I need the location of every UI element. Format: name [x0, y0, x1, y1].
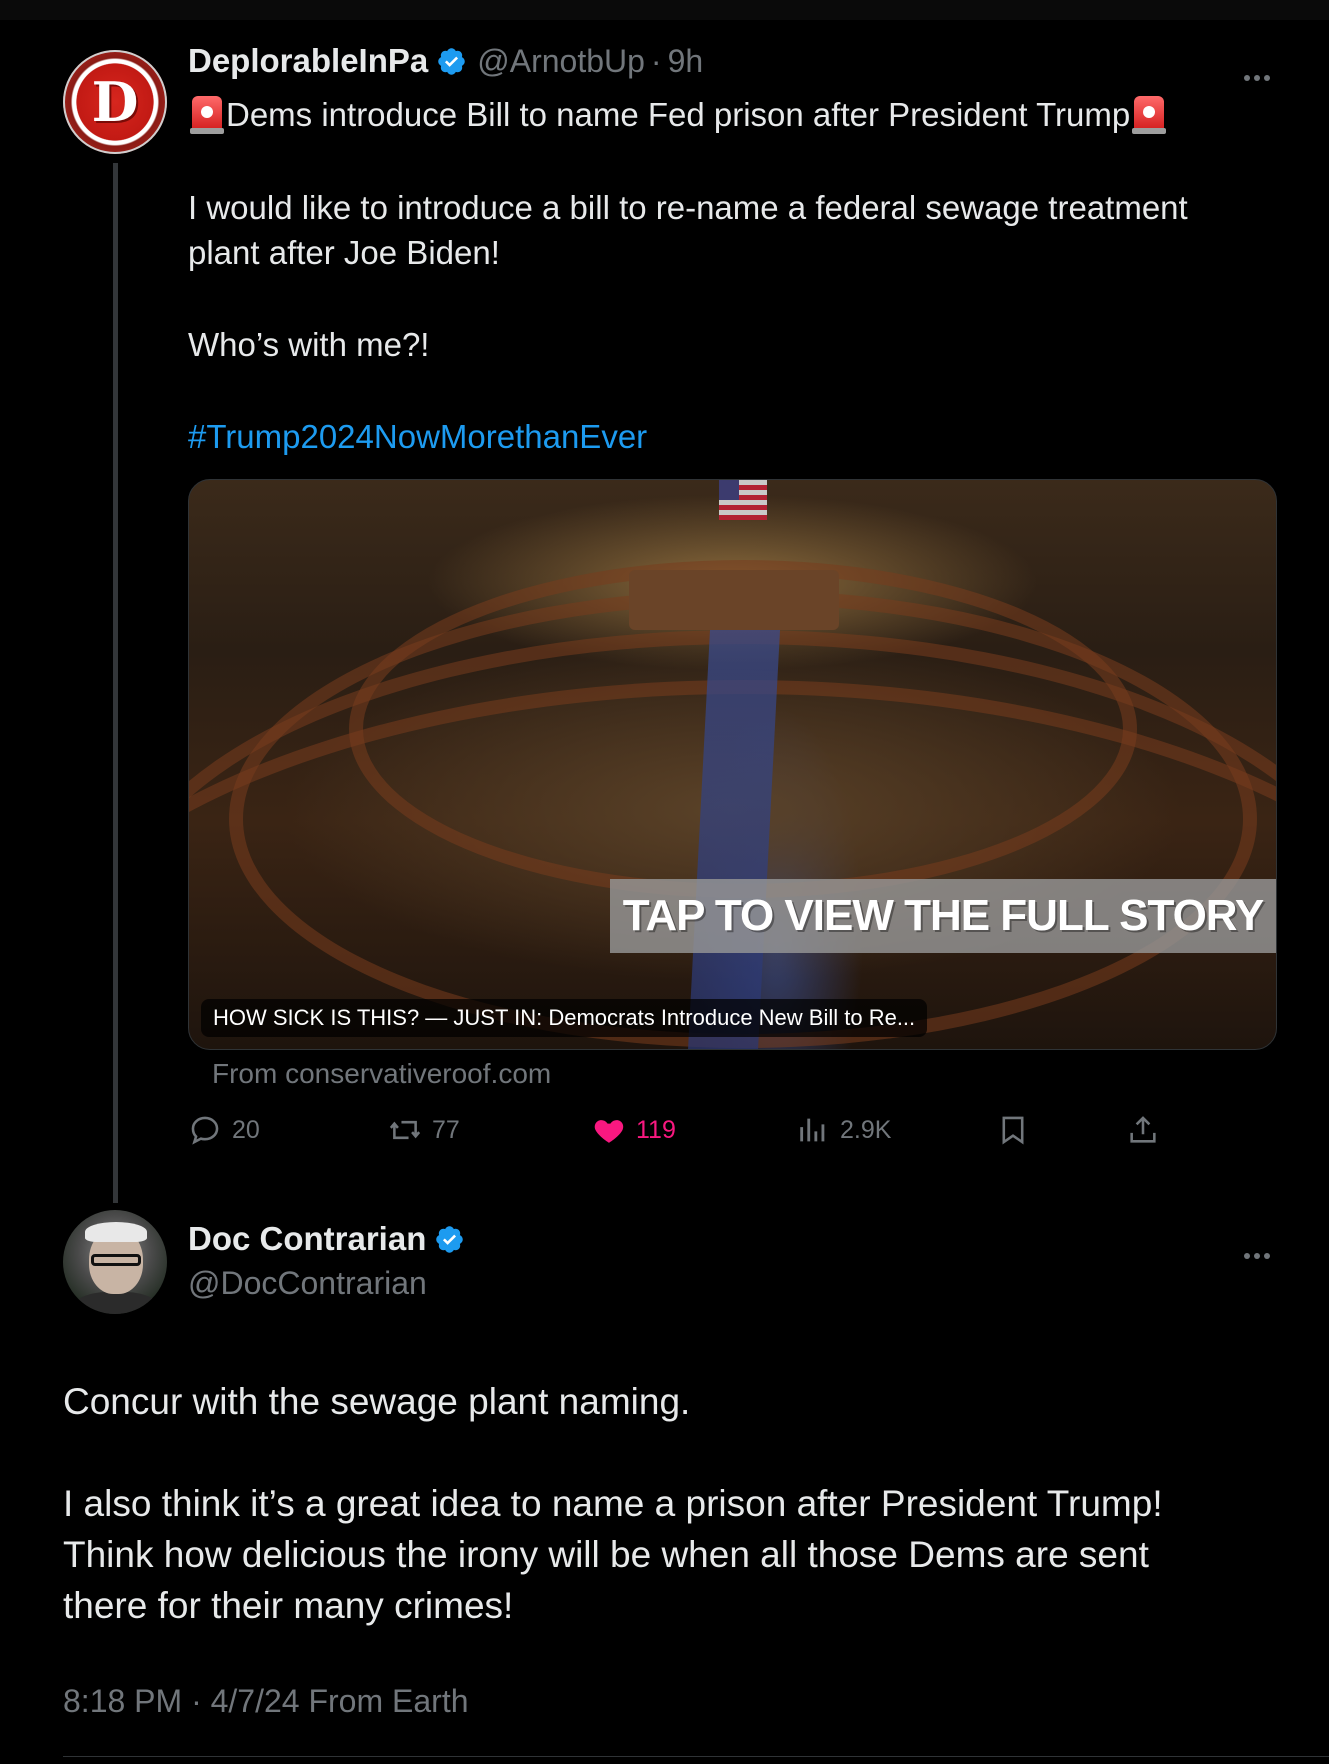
reply-text-line: Concur with the sewage plant naming. [63, 1381, 691, 1422]
verified-badge-icon [436, 1225, 464, 1253]
siren-icon [1132, 96, 1167, 134]
tweet-body-line: I would like to introduce a bill to re-n… [188, 189, 1188, 226]
tweet-meta[interactable]: 8:18 PM · 4/7/24 From Earth [63, 1683, 469, 1720]
tweet-body-line: Who’s with me?! [188, 326, 430, 363]
share-icon [1130, 1116, 1156, 1143]
bookmark-icon [1002, 1116, 1024, 1145]
card-caption: HOW SICK IS THIS? — JUST IN: Democrats I… [201, 999, 928, 1037]
flag-icon [719, 480, 767, 520]
reply-count: 20 [232, 1115, 260, 1144]
display-name[interactable]: DeplorableInPa [188, 42, 428, 80]
more-icon[interactable] [1242, 56, 1272, 88]
repost-icon [389, 1120, 421, 1140]
hashtag-link[interactable]: #Trump2024NowMorethanEver [188, 414, 647, 459]
tweet-body-line: plant after Joe Biden! [188, 234, 500, 271]
more-icon[interactable] [1242, 1234, 1272, 1266]
display-name[interactable]: Doc Contrarian [188, 1220, 426, 1258]
repost-button[interactable]: 77 [388, 1113, 460, 1147]
thread-line [113, 163, 118, 1203]
reply-button[interactable]: 20 [188, 1113, 260, 1147]
handle[interactable]: @DocContrarian [188, 1265, 427, 1302]
tweet-header: Doc Contrarian [188, 1220, 465, 1258]
repost-count: 77 [432, 1115, 460, 1144]
link-card[interactable]: TAP TO VIEW THE FULL STORY HOW SICK IS T… [188, 479, 1277, 1050]
speaker-dais [629, 570, 839, 630]
share-button[interactable] [1126, 1113, 1170, 1147]
views-icon [800, 1118, 825, 1142]
tweet-headline: Dems introduce Bill to name Fed prison a… [188, 92, 1168, 137]
reply-text-line: there for their many crimes! [63, 1585, 514, 1626]
divider [63, 1756, 1329, 1757]
views-count: 2.9K [840, 1115, 892, 1144]
avatar-hair [85, 1222, 147, 1242]
reply-text-line: I also think it’s a great idea to name a… [63, 1483, 1163, 1524]
reply-text-line: Think how delicious the irony will be wh… [63, 1534, 1149, 1575]
like-count: 119 [636, 1115, 676, 1144]
bookmark-button[interactable] [996, 1113, 1040, 1147]
verified-badge-icon [438, 47, 465, 75]
card-source[interactable]: From conservativeroof.com [212, 1058, 551, 1090]
reply-icon [191, 1116, 219, 1145]
timestamp[interactable]: 9h [668, 43, 704, 80]
status-bar [0, 0, 1329, 20]
avatar-glasses [91, 1254, 141, 1266]
views-button[interactable]: 2.9K [796, 1113, 891, 1147]
heart-icon [594, 1120, 624, 1143]
handle[interactable]: @ArnotbUp [477, 43, 645, 80]
avatar[interactable] [63, 1210, 167, 1314]
avatar[interactable]: D [63, 50, 167, 154]
separator: · [650, 42, 662, 79]
tap-to-view-banner: TAP TO VIEW THE FULL STORY [610, 879, 1276, 953]
siren-icon [190, 96, 224, 134]
like-button[interactable]: 119 [592, 1113, 676, 1147]
avatar-suit [73, 1292, 159, 1314]
tweet-header: DeplorableInPa @ArnotbUp · 9h [188, 42, 703, 80]
